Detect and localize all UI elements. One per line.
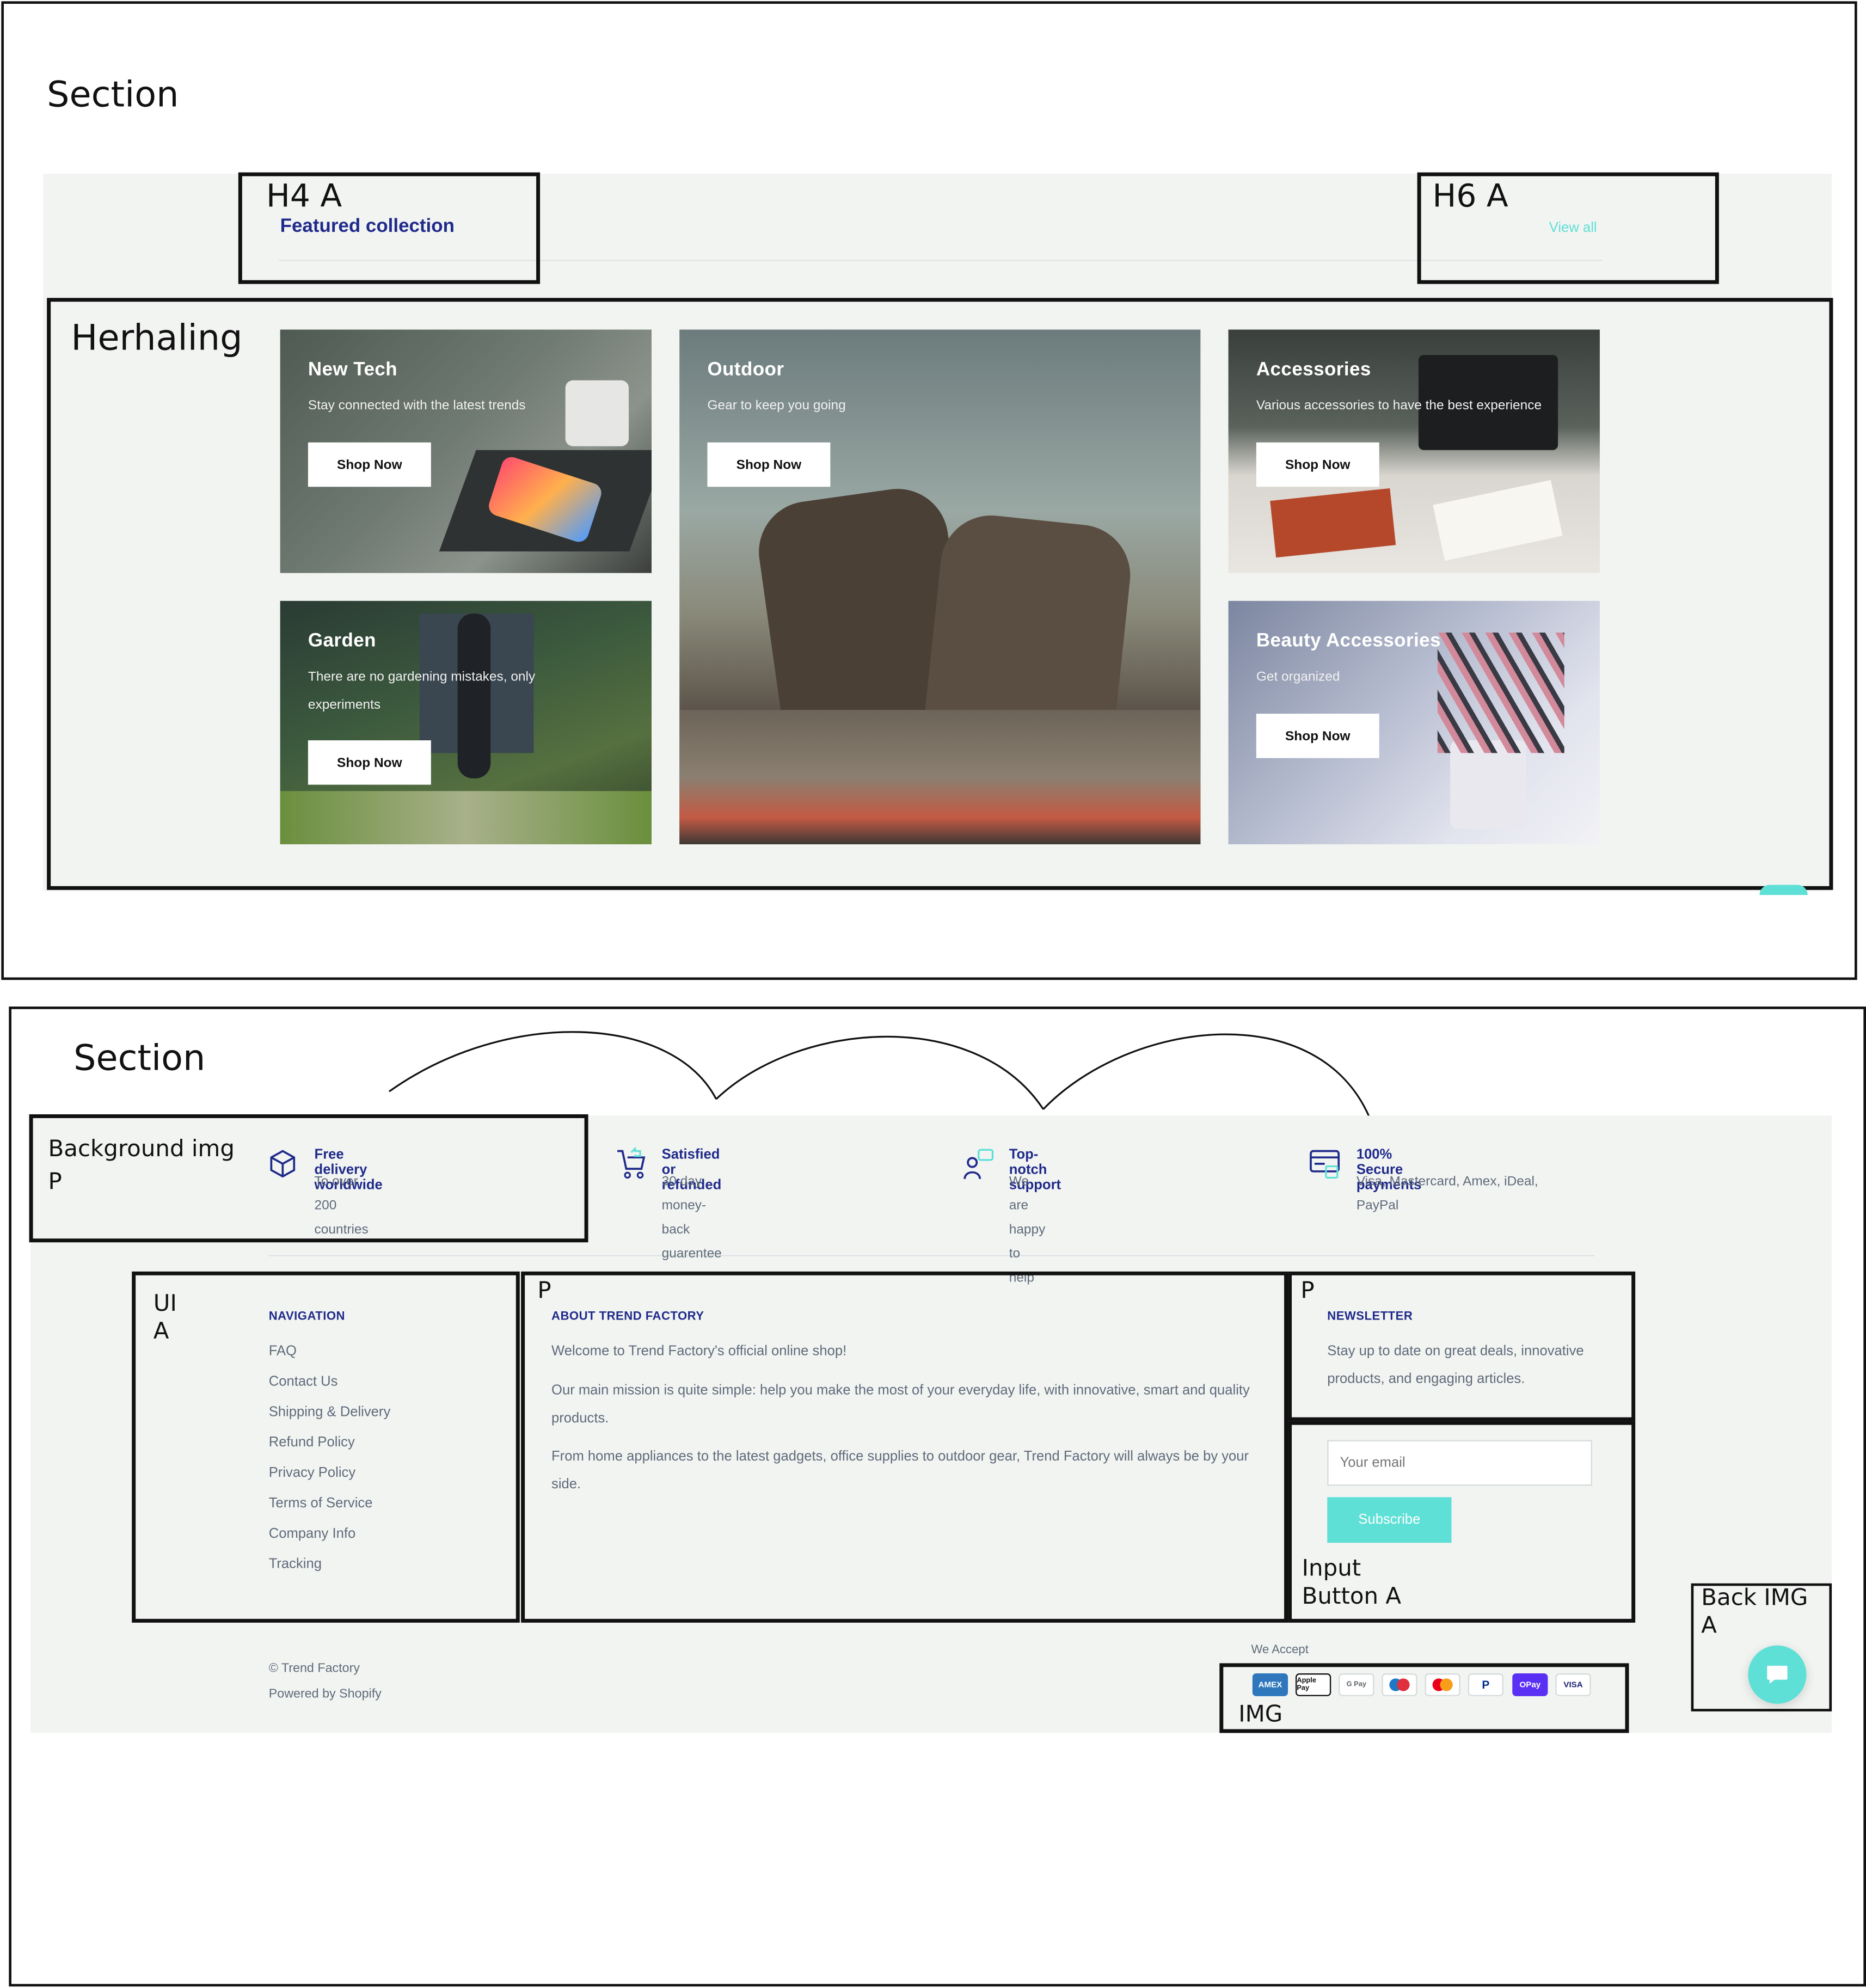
powered-by-link[interactable]: Powered by Shopify [269, 1688, 382, 1702]
maestro-icon [1382, 1673, 1417, 1696]
features-divider [268, 1255, 1595, 1256]
teal-scroll-badge [1759, 885, 1808, 895]
repeat-arcs-annotation [388, 1031, 1371, 1120]
card-subtitle: Get organized [1256, 669, 1340, 685]
we-accept-label: We Accept [1251, 1643, 1309, 1657]
maestro-circle-red [1397, 1678, 1410, 1691]
opay-icon: OPay [1512, 1673, 1548, 1696]
subscribe-button[interactable]: Subscribe [1327, 1497, 1452, 1543]
card-subtitle: Stay connected with the latest trends [308, 398, 526, 414]
mastercard-circle-orange [1440, 1678, 1453, 1691]
newsletter-email-input[interactable] [1327, 1440, 1592, 1486]
google-pay-icon: G Pay [1339, 1673, 1374, 1696]
feature-subtitle: Visa, Mastercard, Amex, iDeal, PayPal [1356, 1174, 1538, 1213]
card-title: New Tech [308, 359, 398, 381]
h6a-annotation: H6 A [1432, 177, 1508, 214]
about-paragraph: From home appliances to the latest gadge… [551, 1449, 1249, 1492]
nav-link-refund-policy[interactable]: Refund Policy [269, 1435, 355, 1450]
feature-subtitle: 30 day money-back guarentee [661, 1174, 722, 1262]
card-subtitle: Various accessories to have the best exp… [1256, 398, 1542, 414]
amex-icon: AMEX [1252, 1673, 1288, 1696]
shop-now-button[interactable]: Shop Now [308, 740, 431, 785]
chat-icon [1767, 1666, 1788, 1684]
card-title: Outdoor [707, 359, 784, 381]
card-subtitle: There are no gardening mistakes, only ex… [308, 669, 536, 713]
herhaling-annotation: Herhaling [71, 317, 243, 359]
shop-now-button[interactable]: Shop Now [1256, 714, 1379, 758]
nav-link-company-info[interactable]: Company Info [269, 1526, 355, 1542]
copyright-text: © Trend Factory [268, 1662, 360, 1676]
apple-pay-icon: Apple Pay [1296, 1673, 1331, 1696]
card-title: Garden [308, 630, 376, 652]
mastercard-icon [1425, 1673, 1460, 1696]
navigation-heading: NAVIGATION [268, 1309, 345, 1324]
shop-now-button[interactable]: Shop Now [1256, 442, 1379, 487]
notebook-illustration [1433, 480, 1563, 561]
support-chat-icon [963, 1149, 994, 1180]
back-img-annotation: Back IMG A [1701, 1585, 1808, 1640]
brushes-illustration [1437, 633, 1564, 753]
collection-card-new-tech[interactable]: New Tech Stay connected with the latest … [280, 329, 652, 573]
nav-link-tracking[interactable]: Tracking [269, 1557, 322, 1572]
collection-card-garden[interactable]: Garden There are no gardening mistakes, … [280, 600, 652, 844]
about-paragraph: Our main mission is quite simple: help y… [551, 1383, 1250, 1426]
card-title: Accessories [1256, 359, 1371, 381]
rock-illustration [679, 710, 1201, 844]
input-button-annotation: Input Button A [1302, 1555, 1402, 1610]
brush-cup-illustration [1450, 740, 1526, 830]
card-title: Beauty Accessories [1256, 630, 1441, 652]
nav-link-faq[interactable]: FAQ [269, 1344, 297, 1359]
cart-return-icon [617, 1147, 646, 1179]
about-paragraph: Welcome to Trend Factory's official onli… [551, 1343, 847, 1359]
secure-card-icon [1310, 1150, 1340, 1179]
newsletter-heading: NEWSLETTER [1327, 1309, 1413, 1324]
bg-img-p-annotation: Background img P [48, 1136, 235, 1196]
about-heading: ABOUT TREND FACTORY [551, 1309, 704, 1324]
nav-link-contact-us[interactable]: Contact Us [269, 1374, 338, 1389]
paypal-icon: P [1468, 1673, 1503, 1696]
leather-pad-illustration [1270, 488, 1396, 558]
feature-subtitle: To over 200 countries [314, 1174, 369, 1237]
card-subtitle: Gear to keep you going [707, 398, 846, 414]
ui-a-annotation: UI A [153, 1290, 177, 1345]
featured-collection-heading[interactable]: Featured collection [280, 216, 455, 237]
newsletter-text: Stay up to date on great deals, innovati… [1327, 1343, 1584, 1387]
shop-now-button[interactable]: Shop Now [707, 442, 831, 487]
section-bottom-annotation: Section [73, 1036, 206, 1079]
visa-icon: VISA [1555, 1673, 1591, 1696]
h4a-annotation: H4 A [266, 177, 342, 214]
collection-card-outdoor[interactable]: Outdoor Gear to keep you going Shop Now [679, 329, 1201, 844]
wireframe-canvas: Section H4 A Featured collection H6 A Vi… [0, 0, 1866, 1988]
nav-link-terms-of-service[interactable]: Terms of Service [269, 1496, 373, 1511]
nav-link-shipping-delivery[interactable]: Shipping & Delivery [269, 1404, 391, 1420]
img-annotation: IMG [1238, 1701, 1283, 1728]
shop-now-button[interactable]: Shop Now [308, 442, 431, 487]
view-all-link[interactable]: View all [1549, 220, 1597, 236]
path-illustration [280, 791, 652, 844]
p-about-annotation: P [537, 1278, 551, 1305]
p-newsletter-annotation: P [1300, 1278, 1315, 1305]
chat-launcher-button[interactable] [1748, 1645, 1807, 1704]
collection-card-accessories[interactable]: Accessories Various accessories to have … [1228, 329, 1600, 573]
collection-card-beauty[interactable]: Beauty Accessories Get organized Shop No… [1228, 600, 1600, 844]
box-icon [270, 1150, 296, 1178]
nav-link-privacy-policy[interactable]: Privacy Policy [269, 1465, 355, 1481]
section-top-annotation: Section [47, 73, 179, 115]
